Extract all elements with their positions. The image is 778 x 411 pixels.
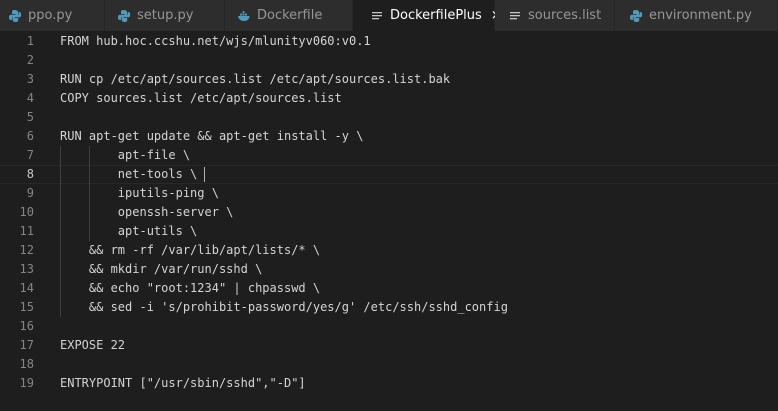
line-number: 10 — [19, 205, 34, 219]
code-line: 18 — [0, 355, 778, 374]
indent-guide — [60, 241, 61, 317]
line-number: 19 — [19, 376, 34, 390]
tab-label: ppo.py — [28, 8, 73, 23]
python-icon — [8, 9, 22, 23]
code-line: 1 FROM hub.hoc.ccshu.net/wjs/mlunityv060:… — [0, 32, 778, 51]
line-text[interactable]: && sed -i 's/prohibit-password/yes/g' /e… — [60, 298, 508, 317]
line-number: 2 — [26, 53, 34, 67]
line-text[interactable]: ENTRYPOINT ["/usr/sbin/sshd","-D"] — [60, 374, 306, 393]
tab-bar: ppo.py setup.py Dockerfile DockerfilePlu… — [0, 0, 778, 31]
line-number: 8 — [26, 167, 34, 181]
code-line: 7 apt-file \ — [0, 146, 778, 165]
tab-ppo-py[interactable]: ppo.py — [0, 0, 105, 31]
line-text[interactable]: net-tools \ — [60, 166, 197, 183]
list-icon — [370, 9, 384, 23]
line-text[interactable]: && echo "root:1234" | chpasswd \ — [60, 279, 320, 298]
tab-environment-py[interactable]: environment.py — [615, 0, 778, 31]
tab-label: Dockerfile — [257, 8, 323, 23]
code-line: 11 apt-utils \ — [0, 222, 778, 241]
code-line: 17 EXPOSE 22 — [0, 336, 778, 355]
line-number: 5 — [26, 110, 34, 124]
code-line: 3 RUN cp /etc/apt/sources.list /etc/apt/s… — [0, 70, 778, 89]
line-number: 13 — [19, 262, 34, 276]
code-line: 19 ENTRYPOINT ["/usr/sbin/sshd","-D"] — [0, 374, 778, 393]
line-number: 14 — [19, 281, 34, 295]
code-line: 5 — [0, 108, 778, 127]
line-number: 11 — [19, 224, 34, 238]
indent-guide — [60, 146, 61, 241]
line-number: 16 — [19, 319, 34, 333]
line-text[interactable]: EXPOSE 22 — [60, 336, 125, 355]
line-number: 15 — [19, 300, 34, 314]
code-line: 10 openssh-server \ — [0, 203, 778, 222]
line-text[interactable]: RUN apt-get update && apt-get install -y… — [60, 127, 363, 146]
code-line: 15 && sed -i 's/prohibit-password/yes/g'… — [0, 298, 778, 317]
line-number: 7 — [26, 148, 34, 162]
indent-guide — [89, 146, 90, 241]
tab-dockerfileplus[interactable]: DockerfilePlus × — [353, 0, 502, 31]
code-line: 14 && echo "root:1234" | chpasswd \ — [0, 279, 778, 298]
code-line: 6 RUN apt-get update && apt-get install -… — [0, 127, 778, 146]
line-number: 4 — [26, 91, 34, 105]
docker-icon — [237, 9, 251, 23]
line-text[interactable]: FROM hub.hoc.ccshu.net/wjs/mlunityv060:v… — [60, 32, 371, 51]
line-number: 17 — [19, 338, 34, 352]
line-number: 3 — [26, 72, 34, 86]
line-number: 18 — [19, 357, 34, 371]
code-editor[interactable]: 1 FROM hub.hoc.ccshu.net/wjs/mlunityv060:… — [0, 31, 778, 411]
code-line: 13 && mkdir /var/run/sshd \ — [0, 260, 778, 279]
line-text[interactable]: apt-utils \ — [60, 222, 197, 241]
python-icon — [629, 9, 643, 23]
code-line: 2 — [0, 51, 778, 70]
code-line: 9 iputils-ping \ — [0, 184, 778, 203]
code-line: 12 && rm -rf /var/lib/apt/lists/* \ — [0, 241, 778, 260]
tab-setup-py[interactable]: setup.py — [105, 0, 225, 31]
line-number: 12 — [19, 243, 34, 257]
tab-dockerfile[interactable]: Dockerfile — [225, 0, 353, 31]
tab-sources-list[interactable]: sources.list — [495, 0, 615, 31]
tab-label: setup.py — [137, 8, 194, 23]
tab-label: sources.list — [528, 8, 602, 23]
code-line: 16 — [0, 317, 778, 336]
text-cursor — [204, 167, 205, 182]
python-icon — [117, 9, 131, 23]
line-text[interactable]: && mkdir /var/run/sshd \ — [60, 260, 262, 279]
list-icon — [508, 9, 522, 23]
line-number: 9 — [26, 186, 34, 200]
code-line: 4 COPY sources.list /etc/apt/sources.list — [0, 89, 778, 108]
line-text[interactable]: openssh-server \ — [60, 203, 234, 222]
line-text[interactable]: && rm -rf /var/lib/apt/lists/* \ — [60, 241, 320, 260]
line-number: 6 — [26, 129, 34, 143]
tab-label: environment.py — [649, 8, 752, 23]
code-line-current: 8 net-tools \ — [0, 165, 778, 184]
line-text[interactable]: iputils-ping \ — [60, 184, 219, 203]
line-text[interactable]: COPY sources.list /etc/apt/sources.list — [60, 89, 342, 108]
line-text[interactable]: apt-file \ — [60, 146, 190, 165]
tab-label: DockerfilePlus — [390, 8, 482, 23]
line-text[interactable]: RUN cp /etc/apt/sources.list /etc/apt/so… — [60, 70, 450, 89]
line-number: 1 — [26, 34, 34, 48]
